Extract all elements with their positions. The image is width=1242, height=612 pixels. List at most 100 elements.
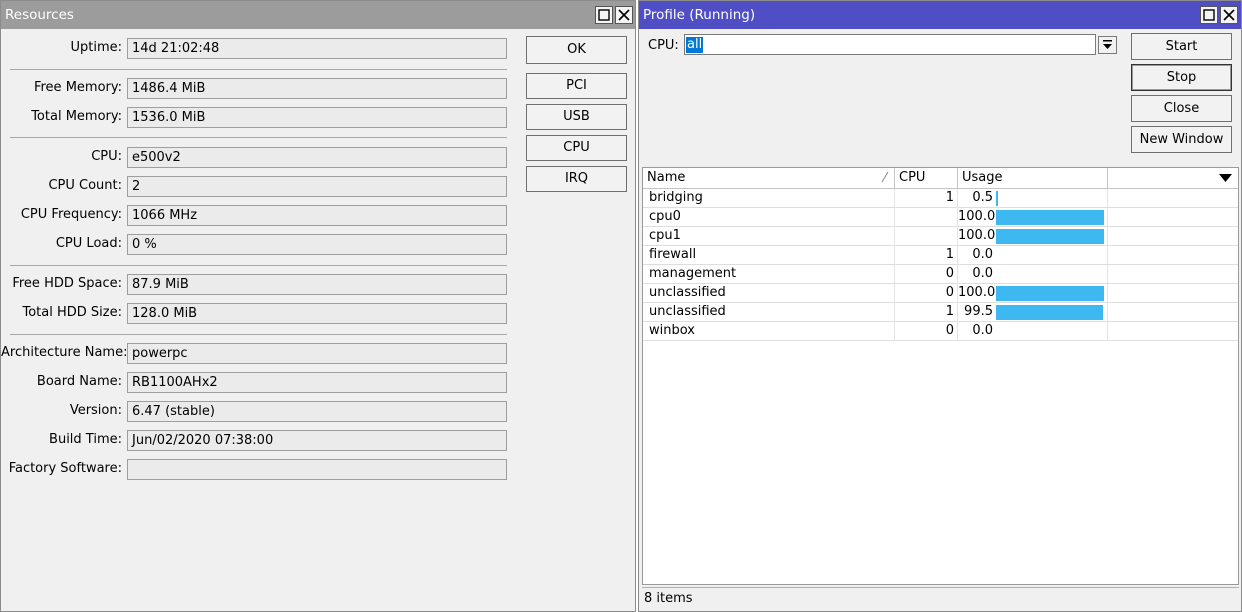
sort-icon	[881, 171, 889, 183]
build-time-label: Build Time:	[49, 432, 122, 447]
usage-value: 100.0	[958, 209, 996, 224]
free-hdd-label: Free HDD Space:	[12, 276, 122, 291]
uptime-label: Uptime:	[70, 40, 122, 55]
total-hdd-field[interactable]: 128.0 MiB	[127, 303, 507, 324]
column-header-usage[interactable]: Usage	[958, 168, 1108, 188]
table-row[interactable]: cpu1 100.0	[643, 227, 1238, 246]
usage-value: 0.0	[972, 323, 993, 338]
table-row[interactable]: unclassified 0 100.0	[643, 284, 1238, 303]
cpu-filter-value: all	[686, 37, 704, 53]
maximize-icon[interactable]	[1200, 6, 1218, 24]
cell-name: unclassified	[643, 284, 895, 303]
column-menu-icon[interactable]	[1219, 174, 1232, 182]
profile-window: Profile (Running) CPU: all Start Stop Cl…	[638, 0, 1242, 612]
total-memory-label: Total Memory:	[31, 109, 122, 124]
cell-name: firewall	[643, 246, 895, 265]
version-field[interactable]: 6.47 (stable)	[127, 401, 507, 422]
usage-bar	[996, 229, 1104, 244]
build-time-field[interactable]: Jun/02/2020 07:38:00	[127, 430, 507, 451]
cpu-filter-input[interactable]: all	[684, 34, 1096, 55]
column-header-label: CPU	[899, 170, 926, 185]
usage-value: 0.0	[972, 247, 993, 262]
table-row[interactable]: cpu0 100.0	[643, 208, 1238, 227]
free-memory-label: Free Memory:	[33, 80, 122, 95]
usage-value: 99.5	[964, 304, 993, 319]
usage-bar	[996, 191, 998, 206]
cpu-filter-label: CPU:	[648, 38, 679, 53]
table-header: Name CPU Usage	[643, 168, 1238, 189]
cell-usage: 100.0	[958, 208, 1108, 227]
usage-value: 0.0	[972, 266, 993, 281]
column-header-filler	[1108, 168, 1238, 188]
board-name-field[interactable]: RB1100AHx2	[127, 372, 507, 393]
cell-cpu: 1	[895, 189, 958, 208]
separator	[10, 265, 507, 266]
status-bar: 8 items	[642, 587, 1239, 611]
stop-button[interactable]: Stop	[1131, 64, 1232, 91]
usage-bar	[996, 210, 1104, 225]
cpu-count-label: CPU Count:	[48, 178, 122, 193]
architecture-field[interactable]: powerpc	[127, 343, 507, 364]
cpu-frequency-label: CPU Frequency:	[20, 207, 122, 222]
cell-name: unclassified	[643, 303, 895, 322]
ok-button[interactable]: OK	[526, 36, 627, 64]
factory-software-label: Factory Software:	[8, 461, 122, 476]
close-button[interactable]: Close	[1131, 95, 1232, 122]
separator	[10, 137, 507, 138]
column-header-cpu[interactable]: CPU	[895, 168, 958, 188]
table-row[interactable]: bridging 1 0.5	[643, 189, 1238, 208]
column-header-name[interactable]: Name	[643, 168, 895, 188]
uptime-field[interactable]: 14d 21:02:48	[127, 38, 507, 59]
cell-usage: 0.0	[958, 246, 1108, 265]
cpu-count-field[interactable]: 2	[127, 176, 507, 197]
cpu-load-field[interactable]: 0 %	[127, 234, 507, 255]
cpu-frequency-field[interactable]: 1066 MHz	[127, 205, 507, 226]
cell-cpu: 1	[895, 303, 958, 322]
cell-usage: 100.0	[958, 227, 1108, 246]
usage-value: 0.5	[972, 190, 993, 205]
separator	[10, 69, 507, 70]
free-memory-field[interactable]: 1486.4 MiB	[127, 78, 507, 99]
table-row[interactable]: firewall 1 0.0	[643, 246, 1238, 265]
irq-button[interactable]: IRQ	[526, 166, 627, 192]
usage-bar	[996, 305, 1103, 320]
dropdown-arrow-icon[interactable]	[1098, 36, 1117, 54]
cpu-load-label: CPU Load:	[55, 236, 122, 251]
usb-button[interactable]: USB	[526, 104, 627, 130]
resources-titlebar[interactable]: Resources	[1, 1, 635, 29]
window-title: Resources	[5, 7, 74, 23]
cpu-field[interactable]: e500v2	[127, 147, 507, 168]
close-icon[interactable]	[615, 6, 633, 24]
cell-name: management	[643, 265, 895, 284]
profile-titlebar[interactable]: Profile (Running)	[639, 1, 1241, 29]
new-window-button[interactable]: New Window	[1131, 126, 1232, 153]
maximize-icon[interactable]	[595, 6, 613, 24]
table-row[interactable]: winbox 0 0.0	[643, 322, 1238, 341]
pci-button[interactable]: PCI	[526, 73, 627, 99]
cell-usage: 0.0	[958, 265, 1108, 284]
item-count: 8 items	[644, 591, 693, 606]
separator	[10, 334, 507, 335]
table-row[interactable]: management 0 0.0	[643, 265, 1238, 284]
start-button[interactable]: Start	[1131, 33, 1232, 60]
table-body: bridging 1 0.5 cpu0 100.0 cpu1 100.0 firewall 1 0…	[643, 189, 1238, 341]
cell-cpu	[895, 208, 958, 227]
cpu-button[interactable]: CPU	[526, 135, 627, 161]
total-memory-field[interactable]: 1536.0 MiB	[127, 107, 507, 128]
free-hdd-field[interactable]: 87.9 MiB	[127, 274, 507, 295]
close-icon[interactable]	[1220, 6, 1238, 24]
cell-name: cpu0	[643, 208, 895, 227]
usage-bar	[996, 286, 1104, 301]
table-row[interactable]: unclassified 1 99.5	[643, 303, 1238, 322]
cell-cpu: 0	[895, 265, 958, 284]
cell-usage: 100.0	[958, 284, 1108, 303]
cell-cpu: 0	[895, 284, 958, 303]
usage-value: 100.0	[958, 228, 996, 243]
cell-name: bridging	[643, 189, 895, 208]
board-name-label: Board Name:	[36, 374, 122, 389]
cell-name: cpu1	[643, 227, 895, 246]
profile-table: Name CPU Usage bridging 1 0.5 cpu0 100.0 cpu1…	[642, 167, 1239, 585]
total-hdd-label: Total HDD Size:	[22, 305, 123, 320]
cell-usage: 0.0	[958, 322, 1108, 341]
factory-software-field[interactable]	[127, 459, 507, 480]
